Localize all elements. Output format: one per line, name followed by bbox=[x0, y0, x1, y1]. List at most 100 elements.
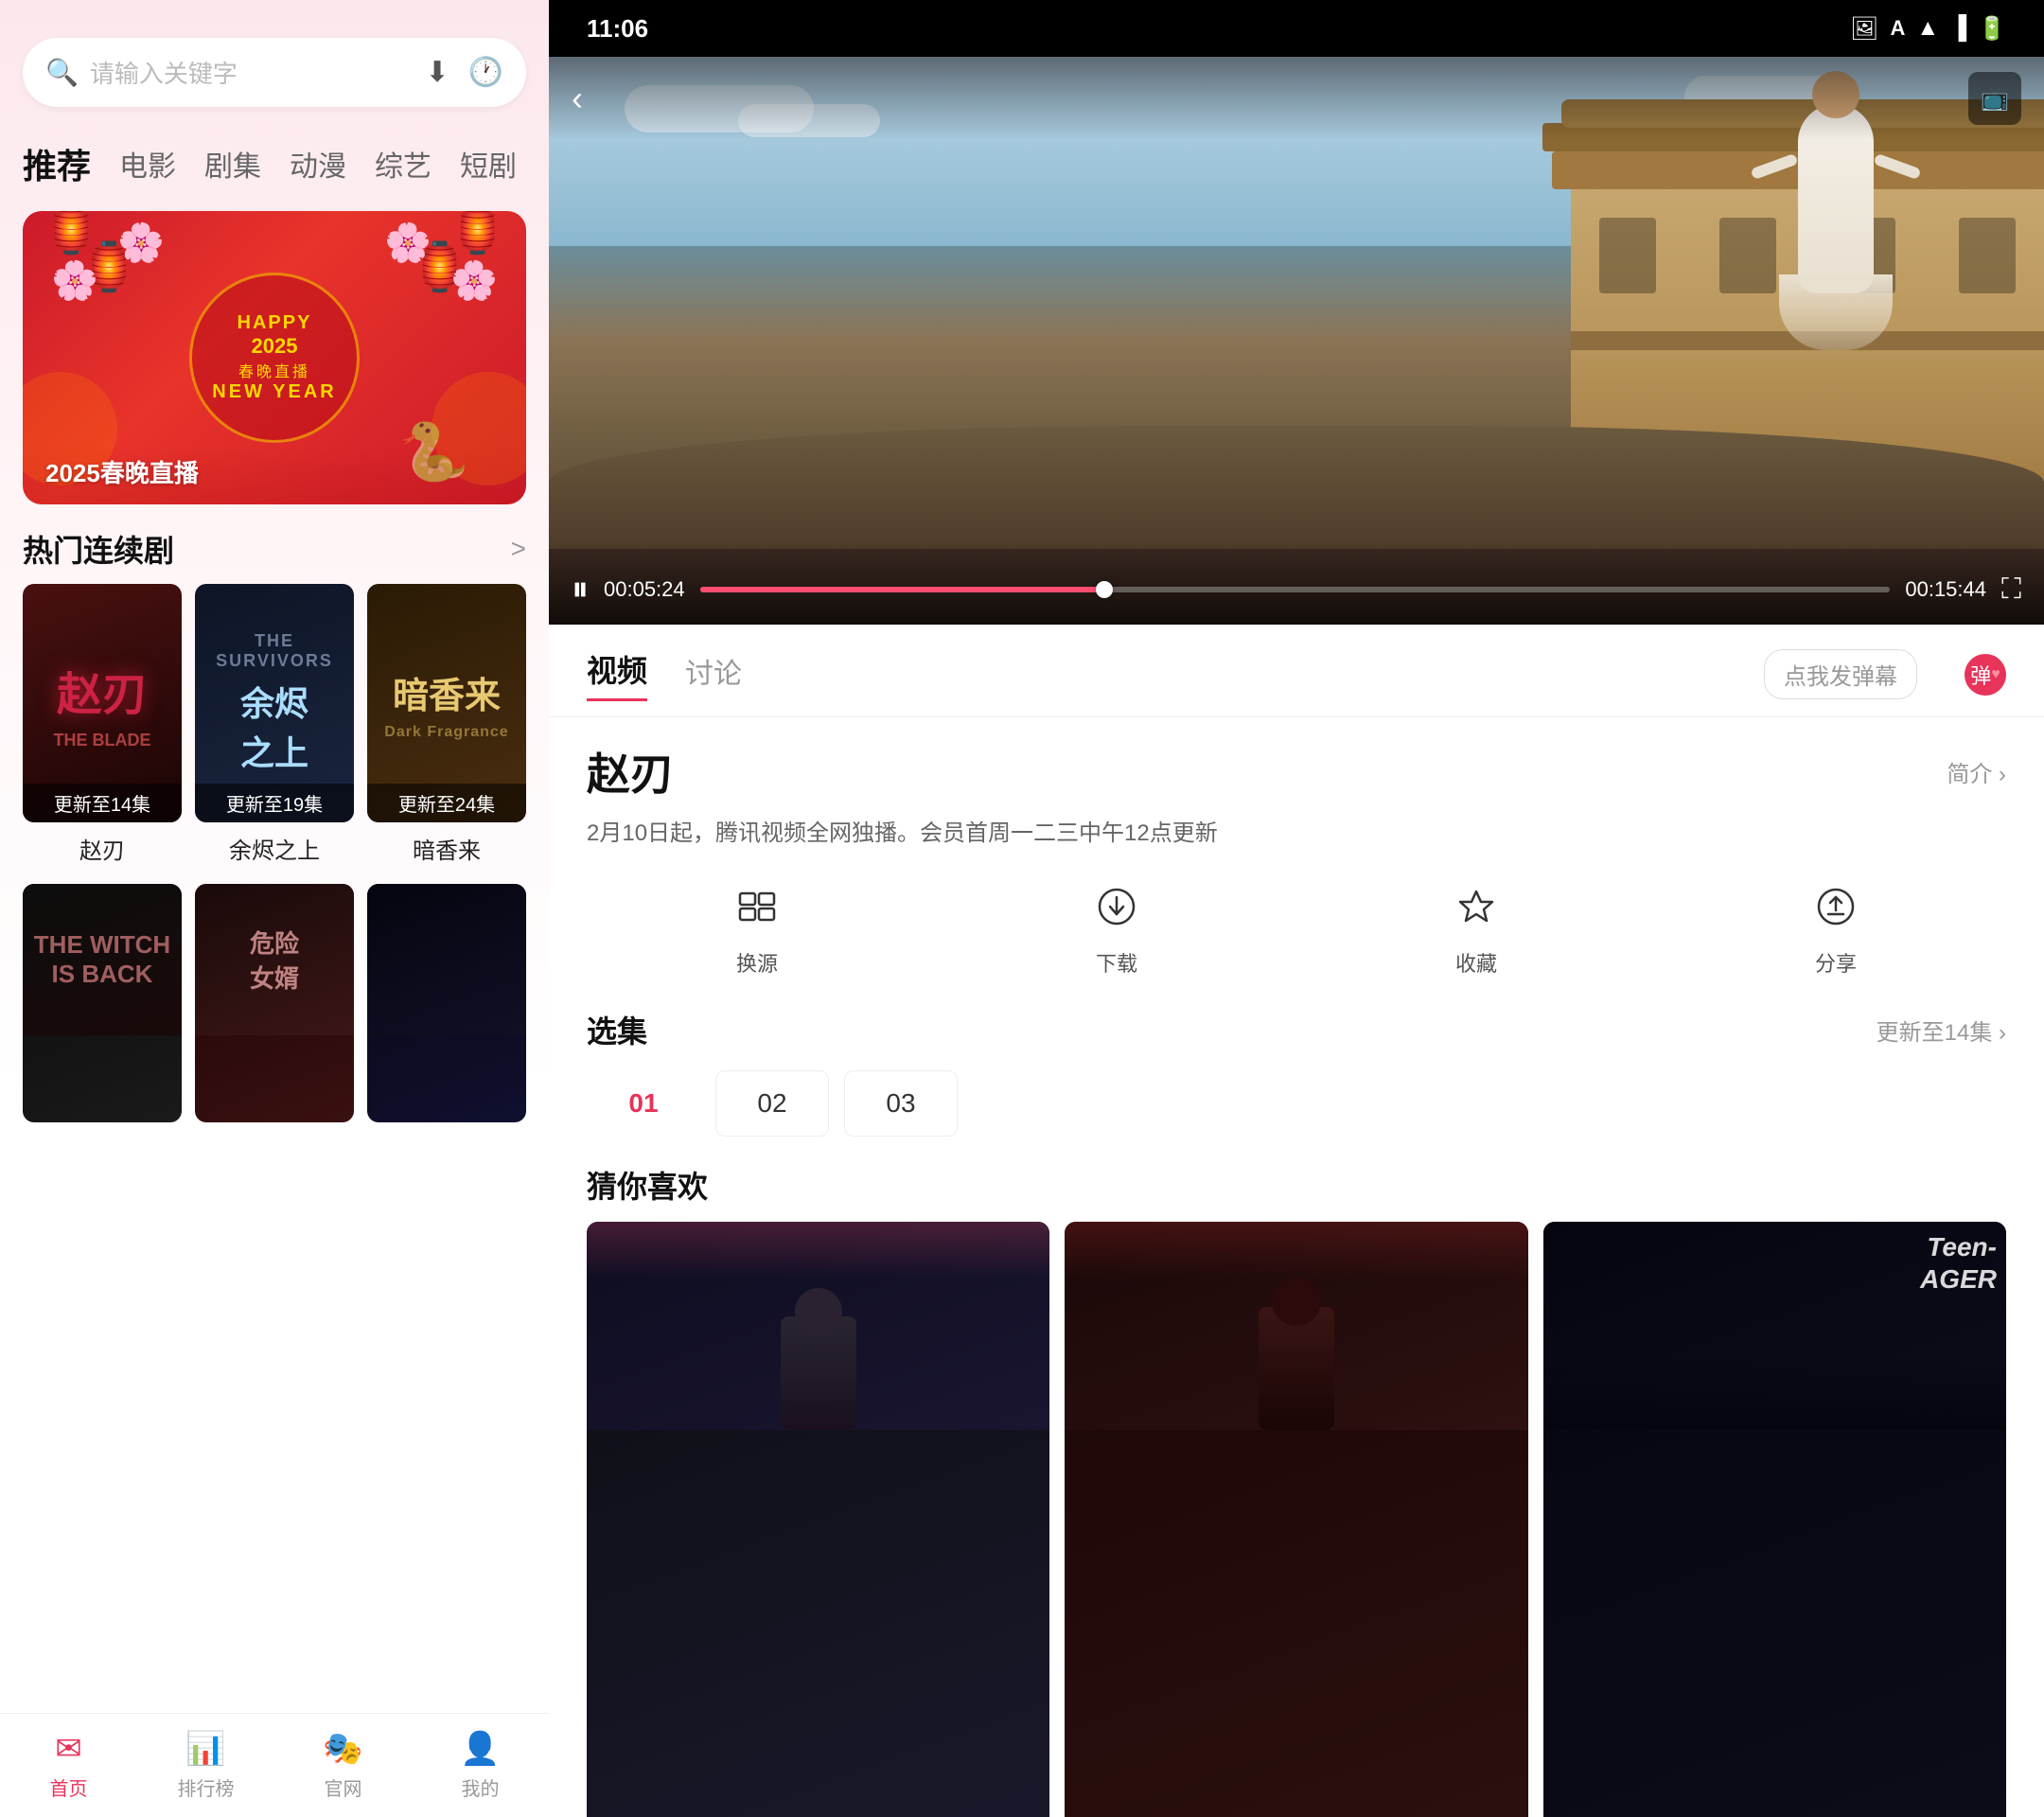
pause-button[interactable]: ⏸ bbox=[572, 569, 589, 609]
tab-recommend[interactable]: 推荐 bbox=[23, 135, 91, 192]
search-bar[interactable]: 🔍 请输入关键字 ⬇ 🕐 bbox=[23, 38, 526, 107]
rec-thumb-3: Teen-AGER bbox=[1543, 1222, 2006, 1430]
mine-icon: 👤 bbox=[460, 1730, 500, 1768]
history-icon[interactable]: 🕐 bbox=[468, 56, 503, 89]
show-title-row: 赵刃 简介 › bbox=[587, 740, 2006, 803]
episode-num-1: 01 bbox=[628, 1088, 658, 1119]
nav-mine-label: 我的 bbox=[462, 1773, 500, 1801]
drama-item-3[interactable]: 暗香来 Dark Fragrance 更新至24集 暗香来 bbox=[367, 584, 526, 865]
action-row: 换源 下载 收藏 bbox=[549, 867, 2044, 993]
download-icon[interactable]: ⬇ bbox=[426, 56, 449, 89]
hot-section-more[interactable]: > bbox=[511, 534, 526, 564]
tab-anime[interactable]: 动漫 bbox=[290, 139, 346, 188]
nav-mine[interactable]: 👤 我的 bbox=[412, 1714, 549, 1817]
drama-item-2[interactable]: THESURVIVORS 余烬 之上 更新至19集 余烬之上 bbox=[195, 584, 354, 865]
progress-bar[interactable] bbox=[700, 587, 1891, 592]
banner-snake: 🐍 bbox=[398, 418, 469, 485]
drama-item-1[interactable]: 赵刃 THE BLADE 更新至14集 赵刃 bbox=[23, 584, 182, 865]
banner[interactable]: 🏮 🏮 🏮 🏮 🌸 🌸 🌸 🌸 HAPPY 2025 春晚直播 NEW YEAR bbox=[23, 211, 526, 504]
progress-fill bbox=[700, 587, 1105, 592]
bottom-nav: ✉ 首页 📊 排行榜 🎭 官网 👤 我的 bbox=[0, 1713, 549, 1817]
episode-item-2[interactable]: 02 bbox=[715, 1070, 829, 1137]
player-top-bar: ‹ 📺 bbox=[549, 57, 2044, 140]
tab-drama[interactable]: 剧集 bbox=[204, 139, 261, 188]
action-collect[interactable]: 收藏 bbox=[1306, 886, 1647, 978]
drama-list: 赵刃 THE BLADE 更新至14集 赵刃 THESURVIVORS 余烬 之… bbox=[0, 584, 549, 865]
wifi-icon: ▲ bbox=[1916, 15, 1939, 42]
right-panel: 11:06 🖼 A ▲ ▐ 🔋 bbox=[549, 0, 2044, 1817]
episode-item-1[interactable]: 01 bbox=[587, 1070, 700, 1137]
nav-official[interactable]: 🎭 官网 bbox=[274, 1714, 412, 1817]
drama-badge-1: 更新至14集 bbox=[23, 784, 182, 822]
second-drama-row: THE WITCHIS BACK 危险女婿 bbox=[0, 865, 549, 1122]
time-total: 00:15:44 bbox=[1905, 577, 1986, 602]
rec-item-3[interactable]: Teen-AGER bbox=[1543, 1222, 2006, 1817]
episode-more[interactable]: 更新至14集 › bbox=[1877, 1014, 2006, 1047]
progress-dot[interactable] bbox=[1096, 581, 1113, 598]
a-status-icon: A bbox=[1890, 16, 1905, 41]
fullscreen-button[interactable]: ⛶ bbox=[2001, 573, 2021, 606]
banner-year: 2025 bbox=[252, 334, 298, 359]
drama-name-1: 赵刃 bbox=[23, 832, 182, 865]
tab-discussion[interactable]: 讨论 bbox=[685, 650, 742, 699]
second-thumb-3[interactable] bbox=[367, 884, 526, 1122]
second-thumb-2[interactable]: 危险女婿 bbox=[195, 884, 354, 1122]
action-download[interactable]: 下载 bbox=[946, 886, 1287, 978]
video-player[interactable]: ‹ 📺 ⏸ 00:05:24 00:15:44 ⛶ bbox=[549, 57, 2044, 625]
episode-num-2: 02 bbox=[757, 1088, 786, 1119]
nav-home-label: 首页 bbox=[50, 1773, 88, 1801]
action-share[interactable]: 分享 bbox=[1665, 886, 2006, 978]
action-source[interactable]: 换源 bbox=[587, 886, 927, 978]
drama-name-3: 暗香来 bbox=[367, 832, 526, 865]
nav-ranking[interactable]: 📊 排行榜 bbox=[137, 1714, 274, 1817]
danmaku-input-btn[interactable]: 点我发弹幕 bbox=[1764, 649, 1917, 699]
download-action-icon bbox=[1096, 886, 1137, 938]
rec-thumb-2 bbox=[1065, 1222, 1527, 1430]
tab-video[interactable]: 视频 bbox=[587, 647, 647, 701]
rec-title: 猜你喜欢 bbox=[587, 1163, 2006, 1207]
show-title: 赵刃 bbox=[587, 740, 674, 803]
collect-icon bbox=[1455, 886, 1497, 938]
action-share-label: 分享 bbox=[1815, 947, 1857, 978]
action-collect-label: 收藏 bbox=[1455, 947, 1497, 978]
hot-section-title: 热门连续剧 bbox=[23, 527, 174, 571]
rec-item-1[interactable] bbox=[587, 1222, 1049, 1817]
nav-home[interactable]: ✉ 首页 bbox=[0, 1714, 137, 1817]
progress-row: ⏸ 00:05:24 00:15:44 ⛶ bbox=[572, 569, 2021, 609]
tab-movie[interactable]: 电影 bbox=[119, 139, 176, 188]
image-status-icon: 🖼 bbox=[1850, 15, 1878, 43]
show-info: 赵刃 简介 › 2月10日起，腾讯视频全网独播。会员首周一二三中午12点更新 bbox=[549, 717, 2044, 867]
home-icon: ✉ bbox=[55, 1730, 82, 1768]
ranking-icon: 📊 bbox=[185, 1730, 225, 1768]
danmaku-badge[interactable]: 弹 ♥ bbox=[1965, 654, 2006, 696]
nav-official-label: 官网 bbox=[325, 1773, 362, 1801]
tab-variety[interactable]: 综艺 bbox=[375, 139, 432, 188]
episode-header: 选集 更新至14集 › bbox=[587, 1008, 2006, 1051]
search-placeholder: 请输入关键字 bbox=[90, 55, 414, 90]
drama-badge-3: 更新至24集 bbox=[367, 784, 526, 822]
hot-section-header: 热门连续剧 > bbox=[0, 504, 549, 584]
player-back-btn[interactable]: ‹ bbox=[572, 79, 583, 118]
episode-title: 选集 bbox=[587, 1008, 647, 1051]
signal-icon: ▐ bbox=[1950, 15, 1966, 42]
status-bar: 11:06 🖼 A ▲ ▐ 🔋 bbox=[549, 0, 2044, 57]
drama-thumb-3: 暗香来 Dark Fragrance 更新至24集 bbox=[367, 584, 526, 822]
rec-item-2[interactable] bbox=[1065, 1222, 1527, 1817]
content-area: 视频 讨论 点我发弹幕 弹 ♥ 赵刃 简介 › 2月10日起，腾讯视频全网独播。… bbox=[549, 625, 2044, 1817]
tab-short[interactable]: 短剧 bbox=[460, 139, 517, 188]
banner-sub: 春晚直播 bbox=[238, 359, 310, 381]
search-actions: ⬇ 🕐 bbox=[426, 56, 504, 89]
episode-item-3[interactable]: 03 bbox=[844, 1070, 958, 1137]
source-icon bbox=[736, 886, 778, 938]
danmaku-heart: ♥ bbox=[1991, 666, 2000, 683]
episode-list: 01 02 03 bbox=[587, 1070, 2006, 1137]
official-icon: 🎭 bbox=[323, 1730, 362, 1768]
tab-row: 视频 讨论 点我发弹幕 弹 ♥ bbox=[549, 625, 2044, 717]
player-tv-btn[interactable]: 📺 bbox=[1968, 72, 2021, 125]
show-intro-btn[interactable]: 简介 › bbox=[1947, 755, 2006, 788]
status-icons: 🖼 A ▲ ▐ 🔋 bbox=[1850, 15, 2006, 43]
left-panel: 🔍 请输入关键字 ⬇ 🕐 推荐 电影 剧集 动漫 综艺 短剧 🏮 🏮 🏮 🏮 🌸… bbox=[0, 0, 549, 1817]
action-download-label: 下载 bbox=[1096, 947, 1137, 978]
second-thumb-1[interactable]: THE WITCHIS BACK bbox=[23, 884, 182, 1122]
tv-icon: 📺 bbox=[1981, 85, 2009, 113]
